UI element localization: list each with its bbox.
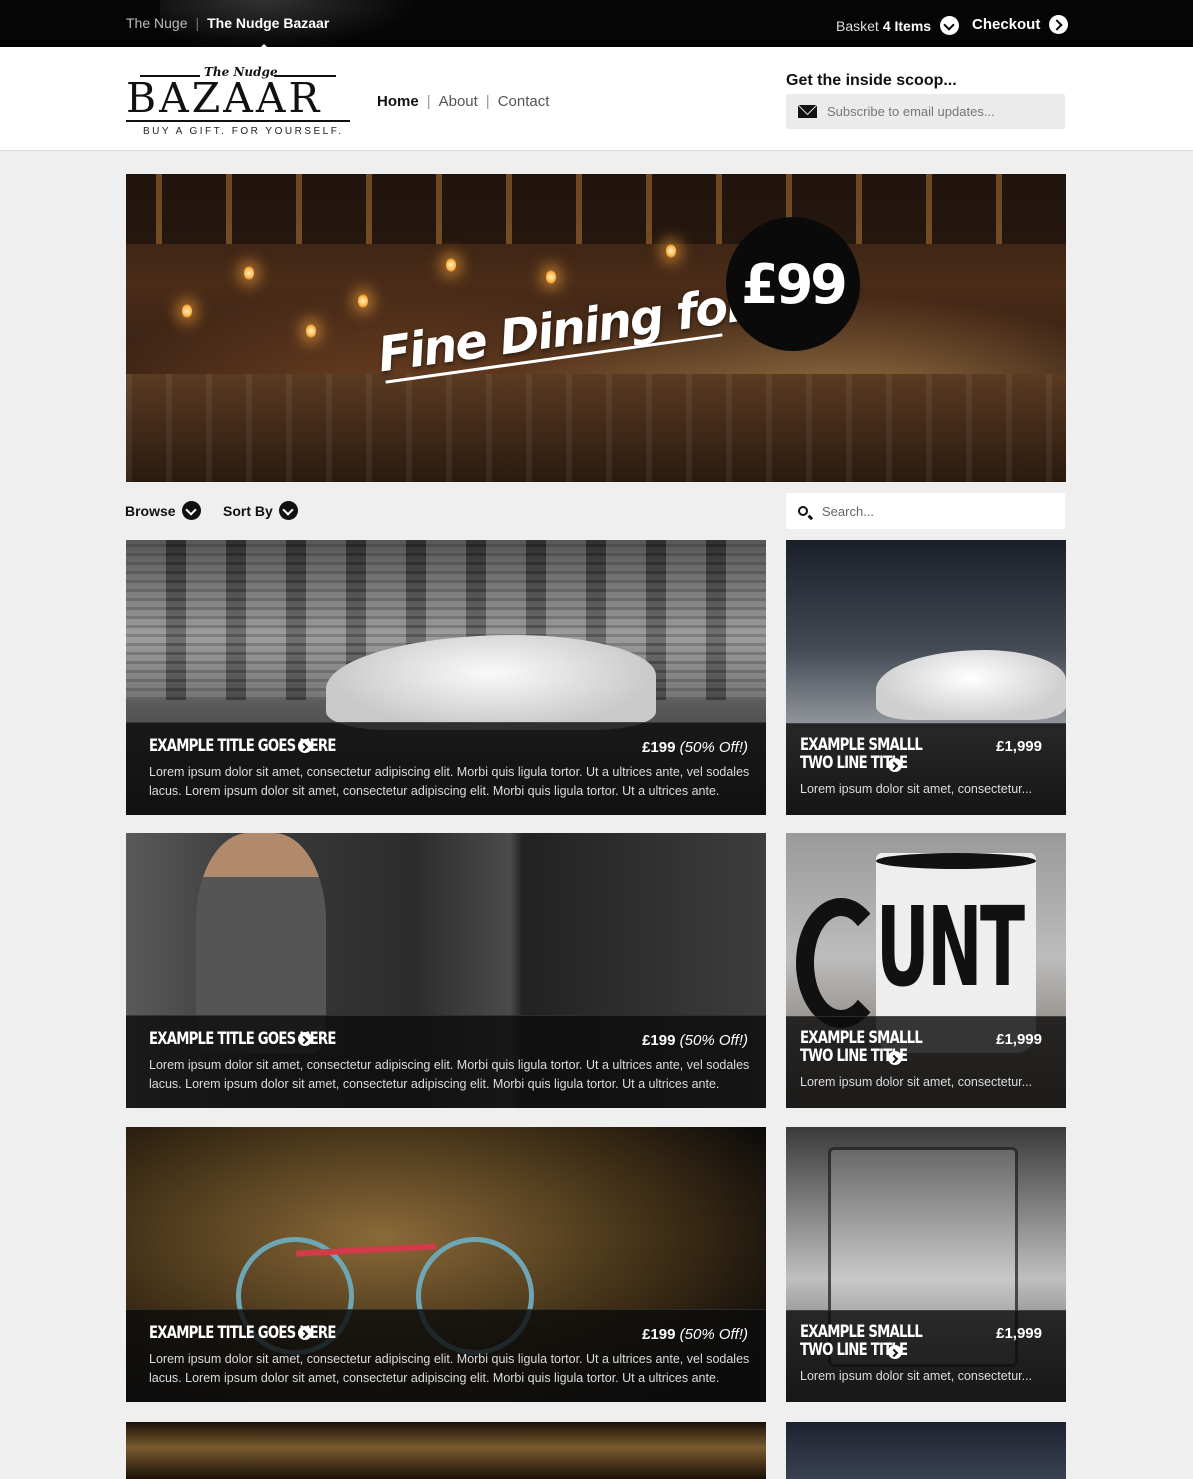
price-value: £199 <box>642 739 676 756</box>
product-title-line1[interactable]: Example Smalll <box>800 1323 923 1341</box>
hero-lamp <box>666 244 676 258</box>
product-tile-large[interactable]: Example Title Goes Here £199 (50% Off!) … <box>126 540 766 815</box>
product-tile-small[interactable] <box>786 1422 1066 1479</box>
chevron-right-icon[interactable] <box>298 1032 312 1046</box>
product-title-line1[interactable]: Example Smalll <box>800 736 923 754</box>
product-tile-small[interactable]: Example Smalll Two Line Title £1,999 Lor… <box>786 540 1066 815</box>
hero-price-badge: £99 <box>726 217 860 351</box>
chevron-right-icon[interactable] <box>888 758 902 772</box>
mug-print: UNT <box>876 883 1025 1011</box>
chevron-right-icon[interactable] <box>888 1345 902 1359</box>
product-tile-large[interactable]: Example Title Goes Here £199 (50% Off!) … <box>126 833 766 1108</box>
product-description: Lorem ipsum dolor sit amet, consectetur … <box>149 765 750 798</box>
browse-label: Browse <box>125 502 176 519</box>
subscribe-email-input[interactable] <box>827 104 1057 119</box>
site-switcher: The Nuge | The Nudge Bazaar <box>126 15 329 50</box>
price-discount: (50% Off!) <box>679 739 748 756</box>
product-image <box>126 1422 766 1479</box>
chevron-right-icon[interactable] <box>888 1051 902 1065</box>
hero-lamp <box>358 294 368 308</box>
logo-rule <box>126 120 350 122</box>
logo-name: BAZAAR <box>126 74 323 122</box>
product-tile-small[interactable]: UNT Example Smalll Two Line Title £1,999… <box>786 833 1066 1108</box>
sort-label: Sort By <box>223 502 273 519</box>
product-title-line1[interactable]: Example Smalll <box>800 1029 923 1047</box>
product-tile-large[interactable] <box>126 1422 766 1479</box>
hero-banner[interactable]: Fine Dining for Two £99 <box>126 174 1066 482</box>
nav-home[interactable]: Home <box>377 93 419 110</box>
site-logo[interactable]: The Nudge BAZAAR BUY A GIFT. FOR YOURSEL… <box>126 65 352 139</box>
search-input[interactable] <box>822 503 1052 519</box>
main-nav: Home | About | Contact <box>377 93 549 110</box>
crumb-current[interactable]: The Nudge Bazaar <box>207 15 329 31</box>
product-price: £1,999 <box>996 738 1042 755</box>
logo-tagline: BUY A GIFT. FOR YOURSELF. <box>143 126 344 137</box>
price-value: £199 <box>642 1326 676 1343</box>
product-price: £199 (50% Off!) <box>642 739 748 756</box>
hero-lamp <box>546 270 556 284</box>
checkout-button[interactable]: Checkout <box>972 15 1069 34</box>
mug-handle <box>796 898 886 1028</box>
envelope-icon <box>798 105 817 118</box>
product-price: £1,999 <box>996 1031 1042 1048</box>
crumb-separator: | <box>195 15 200 31</box>
product-description: Lorem ipsum dolor sit amet, consectetur.… <box>800 1369 1033 1383</box>
product-tile-small[interactable]: Example Smalll Two Line Title £1,999 Lor… <box>786 1127 1066 1402</box>
product-price: £199 (50% Off!) <box>642 1032 748 1049</box>
hero-lamp <box>306 324 316 338</box>
chevron-right-icon[interactable] <box>298 739 312 753</box>
chevron-down-icon[interactable] <box>940 16 960 35</box>
hero-lamp <box>182 304 192 318</box>
chevron-right-icon[interactable] <box>298 1326 312 1340</box>
nav-contact[interactable]: Contact <box>498 93 550 110</box>
sort-dropdown[interactable]: Sort By <box>223 501 298 520</box>
product-description: Lorem ipsum dolor sit amet, consectetur … <box>149 1058 750 1091</box>
basket-button[interactable]: Basket 4 Items <box>836 16 960 35</box>
mug-rim <box>876 853 1036 869</box>
hero-ceiling <box>126 174 1066 244</box>
search-box <box>786 493 1065 529</box>
price-discount: (50% Off!) <box>679 1326 748 1343</box>
search-icon <box>798 506 808 516</box>
crumb-parent-link[interactable]: The Nuge <box>126 15 187 31</box>
hero-lamp <box>244 266 254 280</box>
car-image <box>326 635 656 730</box>
chevron-down-icon[interactable] <box>278 501 298 520</box>
product-image <box>786 1422 1066 1479</box>
nav-about[interactable]: About <box>439 93 478 110</box>
subscribe-box <box>786 94 1065 129</box>
price-value: £199 <box>642 1032 676 1049</box>
price-discount: (50% Off!) <box>679 1032 748 1049</box>
product-price: £1,999 <box>996 1325 1042 1342</box>
car-image <box>876 650 1066 720</box>
browse-dropdown[interactable]: Browse <box>125 501 201 520</box>
product-tile-large[interactable]: Example Title Goes Here £199 (50% Off!) … <box>126 1127 766 1402</box>
basket-count: 4 Items <box>882 17 932 34</box>
chevron-down-icon[interactable] <box>181 501 201 520</box>
chevron-right-icon[interactable] <box>1049 15 1069 34</box>
newsletter-heading: Get the inside scoop... <box>786 72 957 89</box>
product-description: Lorem ipsum dolor sit amet, consectetur.… <box>800 1075 1033 1089</box>
hero-tables <box>126 374 1066 482</box>
product-description: Lorem ipsum dolor sit amet, consectetur.… <box>800 782 1033 796</box>
hero-lamp <box>446 258 456 272</box>
product-price: £199 (50% Off!) <box>642 1326 748 1343</box>
nav-separator: | <box>485 93 490 110</box>
basket-label: Basket <box>836 17 879 34</box>
product-description: Lorem ipsum dolor sit amet, consectetur … <box>149 1352 750 1385</box>
nav-separator: | <box>426 93 431 110</box>
top-bar: The Nuge | The Nudge Bazaar Basket 4 Ite… <box>0 0 1193 50</box>
checkout-label: Checkout <box>972 16 1041 33</box>
site-header: The Nudge BAZAAR BUY A GIFT. FOR YOURSEL… <box>0 47 1193 151</box>
